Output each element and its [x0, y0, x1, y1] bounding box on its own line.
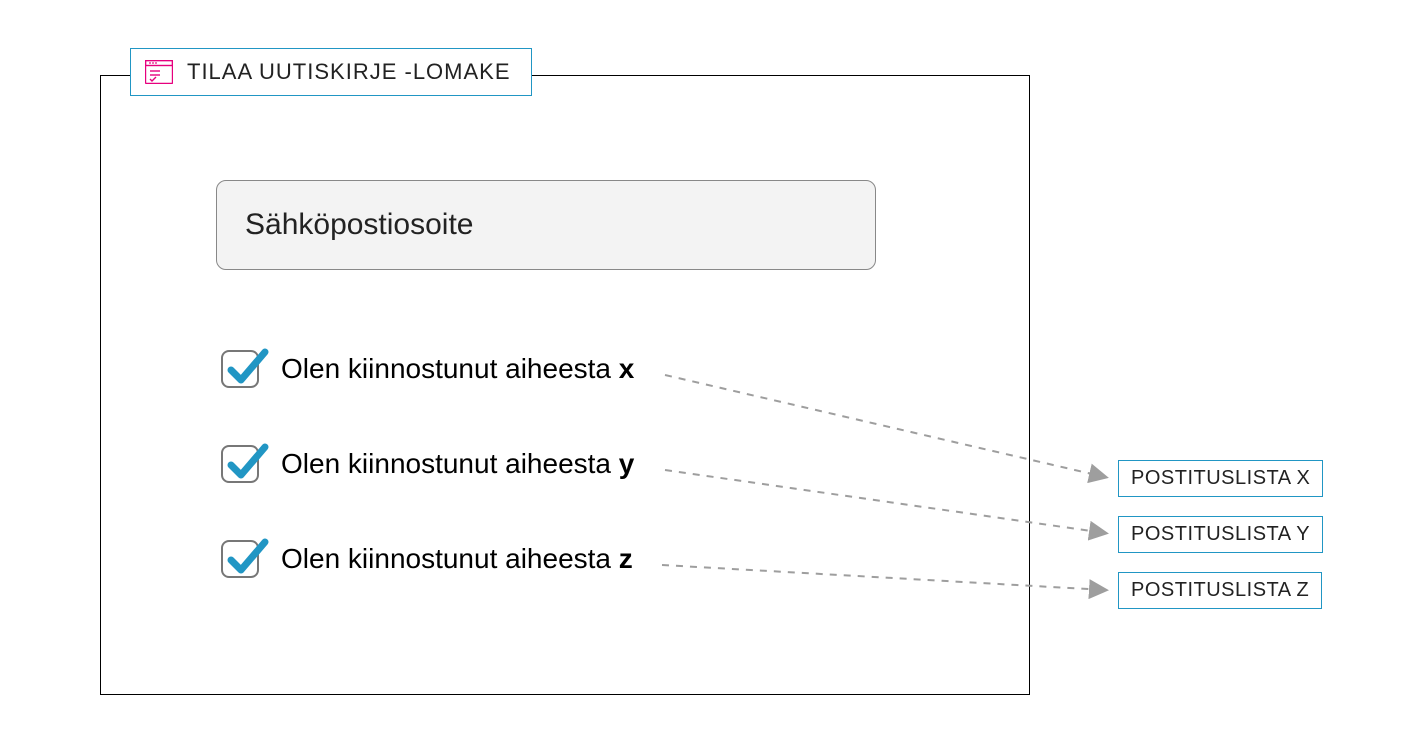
check-icon	[225, 441, 269, 485]
form-title-badge: TILAA UUTISKIRJE -LOMAKE	[130, 48, 532, 96]
checkbox-y[interactable]	[221, 445, 259, 483]
form-icon	[145, 60, 173, 84]
checkbox-z[interactable]	[221, 540, 259, 578]
form-title-text: TILAA UUTISKIRJE -LOMAKE	[187, 59, 511, 85]
mailing-list-chip-y: POSTITUSLISTA Y	[1118, 516, 1323, 553]
checkbox-row-x: Olen kiinnostunut aiheesta x	[221, 350, 634, 388]
email-input[interactable]	[216, 180, 876, 270]
mailing-list-chip-z: POSTITUSLISTA Z	[1118, 572, 1322, 609]
checkbox-label-x: Olen kiinnostunut aiheesta x	[281, 353, 634, 385]
checkbox-x[interactable]	[221, 350, 259, 388]
check-icon	[225, 536, 269, 580]
checkbox-row-y: Olen kiinnostunut aiheesta y	[221, 445, 634, 483]
check-icon	[225, 346, 269, 390]
mailing-list-chip-x: POSTITUSLISTA X	[1118, 460, 1323, 497]
checkbox-label-y: Olen kiinnostunut aiheesta y	[281, 448, 634, 480]
checkbox-row-z: Olen kiinnostunut aiheesta z	[221, 540, 633, 578]
checkbox-label-z: Olen kiinnostunut aiheesta z	[281, 543, 633, 575]
